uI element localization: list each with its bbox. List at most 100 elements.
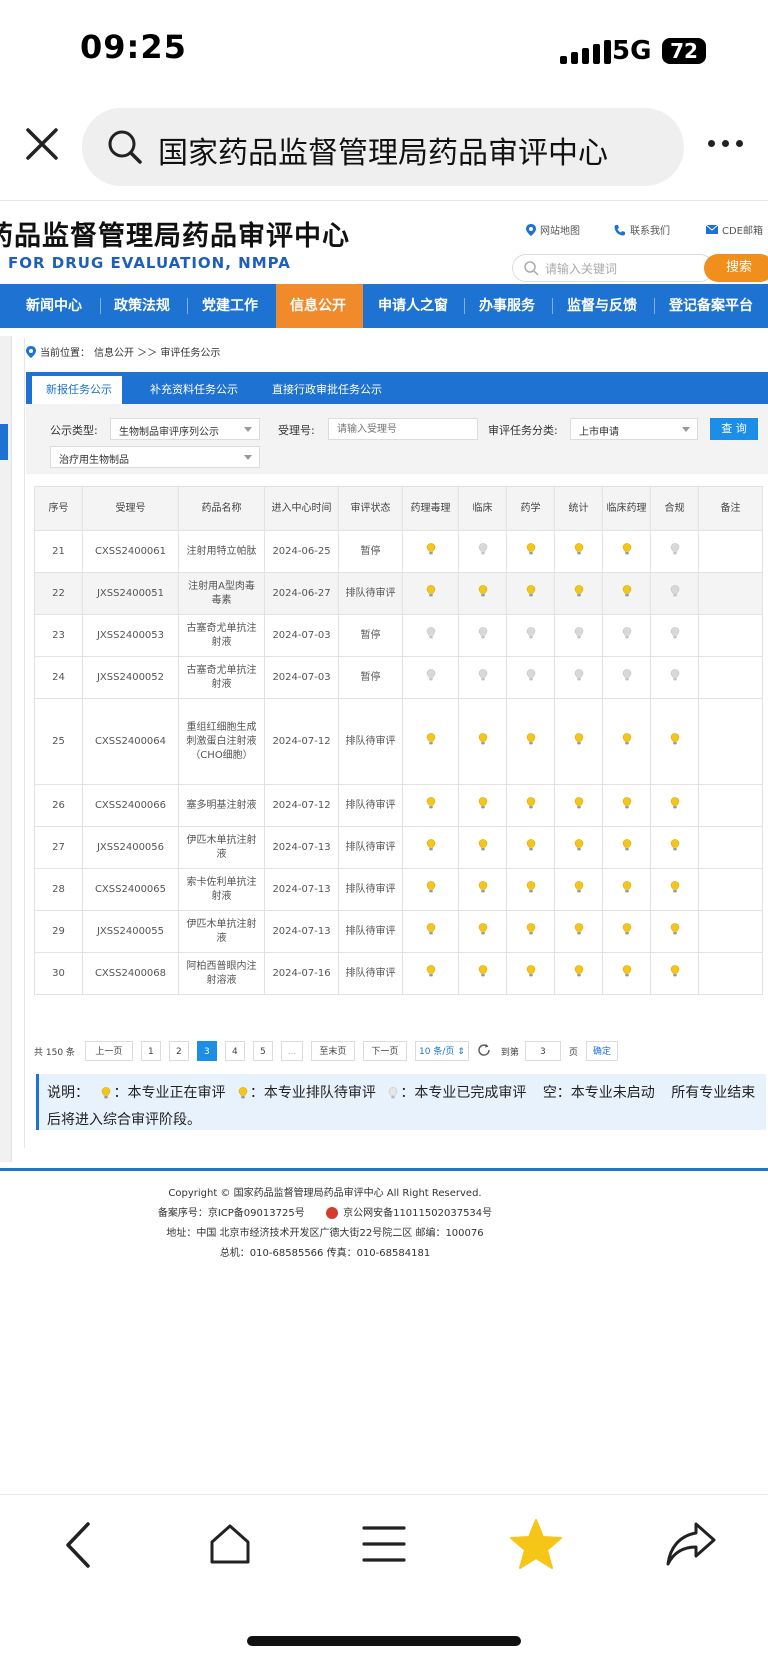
share-icon[interactable] bbox=[664, 1520, 718, 1572]
page-button-4[interactable]: 4 bbox=[224, 1041, 245, 1061]
subtype-select[interactable]: 治疗用生物制品 bbox=[50, 446, 260, 468]
home-indicator[interactable] bbox=[247, 1636, 521, 1646]
tab-new-tasks[interactable]: 新报任务公示 bbox=[46, 372, 112, 404]
page-button-2[interactable]: 2 bbox=[168, 1041, 189, 1061]
type-select[interactable]: 生物制品审评序列公示 bbox=[110, 418, 260, 440]
query-button[interactable]: 查 询 bbox=[710, 418, 758, 440]
bulb-done-icon bbox=[670, 543, 680, 555]
page-button-5[interactable]: 5 bbox=[252, 1041, 273, 1061]
nav-item-disclosure[interactable]: 信息公开 bbox=[290, 284, 346, 328]
type-label: 公示类型: bbox=[50, 424, 98, 437]
favorite-star-icon[interactable] bbox=[508, 1518, 564, 1576]
table-row: 21 CXSS2400061 注射用特立帕肽 2024-06-25 暂停 bbox=[34, 530, 763, 573]
last-page-button[interactable]: 至末页 bbox=[310, 1041, 355, 1061]
prev-page-button[interactable]: 上一页 bbox=[84, 1041, 133, 1061]
discipline-cell bbox=[650, 572, 699, 615]
discipline-cell bbox=[402, 614, 459, 657]
nav-divider bbox=[100, 298, 101, 314]
pagination: 共 150 条 上一页 1 2 3 4 5 ... 至末页 下一页 10 条/页… bbox=[34, 1040, 626, 1062]
table-row: 29 JXSS2400055 伊匹木单抗注射液 2024-07-13 排队待审评 bbox=[34, 910, 763, 953]
drug-name: 伊匹木单抗注射液 bbox=[178, 910, 265, 953]
remark-cell bbox=[698, 910, 763, 953]
home-icon[interactable] bbox=[208, 1522, 252, 1570]
entry-date: 2024-07-12 bbox=[264, 784, 339, 827]
nav-item-party[interactable]: 党建工作 bbox=[202, 284, 258, 328]
tab-supplement-tasks[interactable]: 补充资料任务公示 bbox=[150, 372, 238, 404]
status-bar: 09:25 5G 72 bbox=[0, 0, 768, 100]
footer-icp[interactable]: 备案序号：京ICP备09013725号 bbox=[158, 1208, 305, 1219]
bulb-done-icon bbox=[389, 1087, 398, 1099]
bulb-queue-icon bbox=[670, 839, 680, 851]
back-icon[interactable] bbox=[60, 1520, 96, 1574]
discipline-cell bbox=[402, 530, 459, 573]
close-icon[interactable] bbox=[22, 124, 62, 164]
bulb-done-icon bbox=[526, 669, 536, 681]
keyword-placeholder: 请输入关键词 bbox=[545, 262, 618, 276]
next-page-button[interactable]: 下一页 bbox=[362, 1041, 407, 1061]
location-icon bbox=[526, 223, 536, 236]
row-number: 29 bbox=[34, 910, 83, 953]
bulb-queue-icon bbox=[622, 797, 632, 809]
category-label: 审评任务分类: bbox=[488, 424, 558, 437]
contact-link[interactable]: 联系我们 bbox=[614, 222, 670, 237]
total-count: 共 150 条 bbox=[34, 1047, 75, 1058]
bulb-active-icon bbox=[574, 543, 584, 555]
discipline-cell bbox=[402, 572, 459, 615]
nav-divider bbox=[552, 298, 553, 314]
acceptance-number: JXSS2400056 bbox=[82, 826, 179, 869]
nav-item-policy[interactable]: 政策法规 bbox=[114, 284, 170, 328]
discipline-cell bbox=[602, 910, 651, 953]
more-icon[interactable] bbox=[708, 140, 743, 147]
page-button-1[interactable]: 1 bbox=[140, 1041, 161, 1061]
discipline-cell bbox=[458, 952, 507, 995]
table-row: 30 CXSS2400068 阿柏西普眼内注射溶液 2024-07-16 排队待审评 bbox=[34, 952, 763, 995]
browser-search-text: 国家药品监督管理局药品审评中心 bbox=[158, 136, 608, 171]
refresh-icon[interactable] bbox=[477, 1043, 491, 1060]
discipline-cell bbox=[402, 698, 459, 785]
per-page-select[interactable]: 10 条/页 ⇕ bbox=[414, 1041, 469, 1061]
nav-item-feedback[interactable]: 监督与反馈 bbox=[567, 284, 637, 328]
legend-active: ：本专业正在审评 bbox=[113, 1085, 226, 1101]
page-button-3[interactable]: 3 bbox=[196, 1041, 217, 1061]
drug-name: 伊匹木单抗注射液 bbox=[178, 826, 265, 869]
discipline-cell bbox=[650, 826, 699, 869]
keyword-search-button[interactable]: 搜索 bbox=[704, 254, 768, 282]
discipline-cell bbox=[506, 784, 555, 827]
bulb-queue-icon bbox=[426, 881, 436, 893]
cde-mail-link[interactable]: CDE邮箱 bbox=[706, 222, 763, 237]
nav-divider bbox=[464, 298, 465, 314]
review-status: 暂停 bbox=[338, 614, 403, 657]
nav-item-applicant[interactable]: 申请人之窗 bbox=[378, 284, 448, 328]
discipline-cell bbox=[602, 572, 651, 615]
row-number: 27 bbox=[34, 826, 83, 869]
confirm-button[interactable]: 确定 bbox=[585, 1041, 618, 1061]
nav-item-registration[interactable]: 登记备案平台 bbox=[669, 284, 753, 328]
tab-direct-approval-tasks[interactable]: 直接行政审批任务公示 bbox=[272, 372, 382, 404]
browser-search-bar[interactable]: 国家药品监督管理局药品审评中心 bbox=[82, 108, 684, 186]
legend-empty: 空：本专业未启动 bbox=[542, 1085, 655, 1101]
bulb-queue-icon bbox=[574, 839, 584, 851]
signal-icon bbox=[560, 40, 611, 64]
bulb-queue-icon bbox=[574, 965, 584, 977]
acceptance-input[interactable] bbox=[328, 418, 478, 440]
chevron-down-icon bbox=[244, 427, 252, 432]
bulb-queue-icon bbox=[670, 923, 680, 935]
footer-police[interactable]: 京公网安备11011502037534号 bbox=[343, 1208, 492, 1219]
review-status: 排队待审评 bbox=[338, 868, 403, 911]
keyword-search-input[interactable]: 请输入关键词 bbox=[512, 254, 714, 282]
discipline-cell bbox=[506, 826, 555, 869]
breadcrumb: 当前位置： 信息公开 ＞＞ 审评任务公示 bbox=[26, 344, 220, 359]
drug-name: 注射用A型肉毒毒素 bbox=[178, 572, 265, 615]
goto-page-input[interactable]: 3 bbox=[524, 1041, 561, 1061]
category-select[interactable]: 上市申请 bbox=[570, 418, 698, 440]
bulb-queue-icon bbox=[670, 881, 680, 893]
sitemap-link[interactable]: 网站地图 bbox=[526, 222, 580, 237]
contact-label: 联系我们 bbox=[630, 226, 670, 237]
discipline-cell bbox=[458, 656, 507, 699]
nav-item-services[interactable]: 办事服务 bbox=[479, 284, 535, 328]
menu-icon[interactable] bbox=[362, 1524, 406, 1568]
bulb-active-icon bbox=[426, 543, 436, 555]
nav-item-news[interactable]: 新闻中心 bbox=[26, 284, 82, 328]
bulb-done-icon bbox=[526, 627, 536, 639]
discipline-cell bbox=[506, 656, 555, 699]
